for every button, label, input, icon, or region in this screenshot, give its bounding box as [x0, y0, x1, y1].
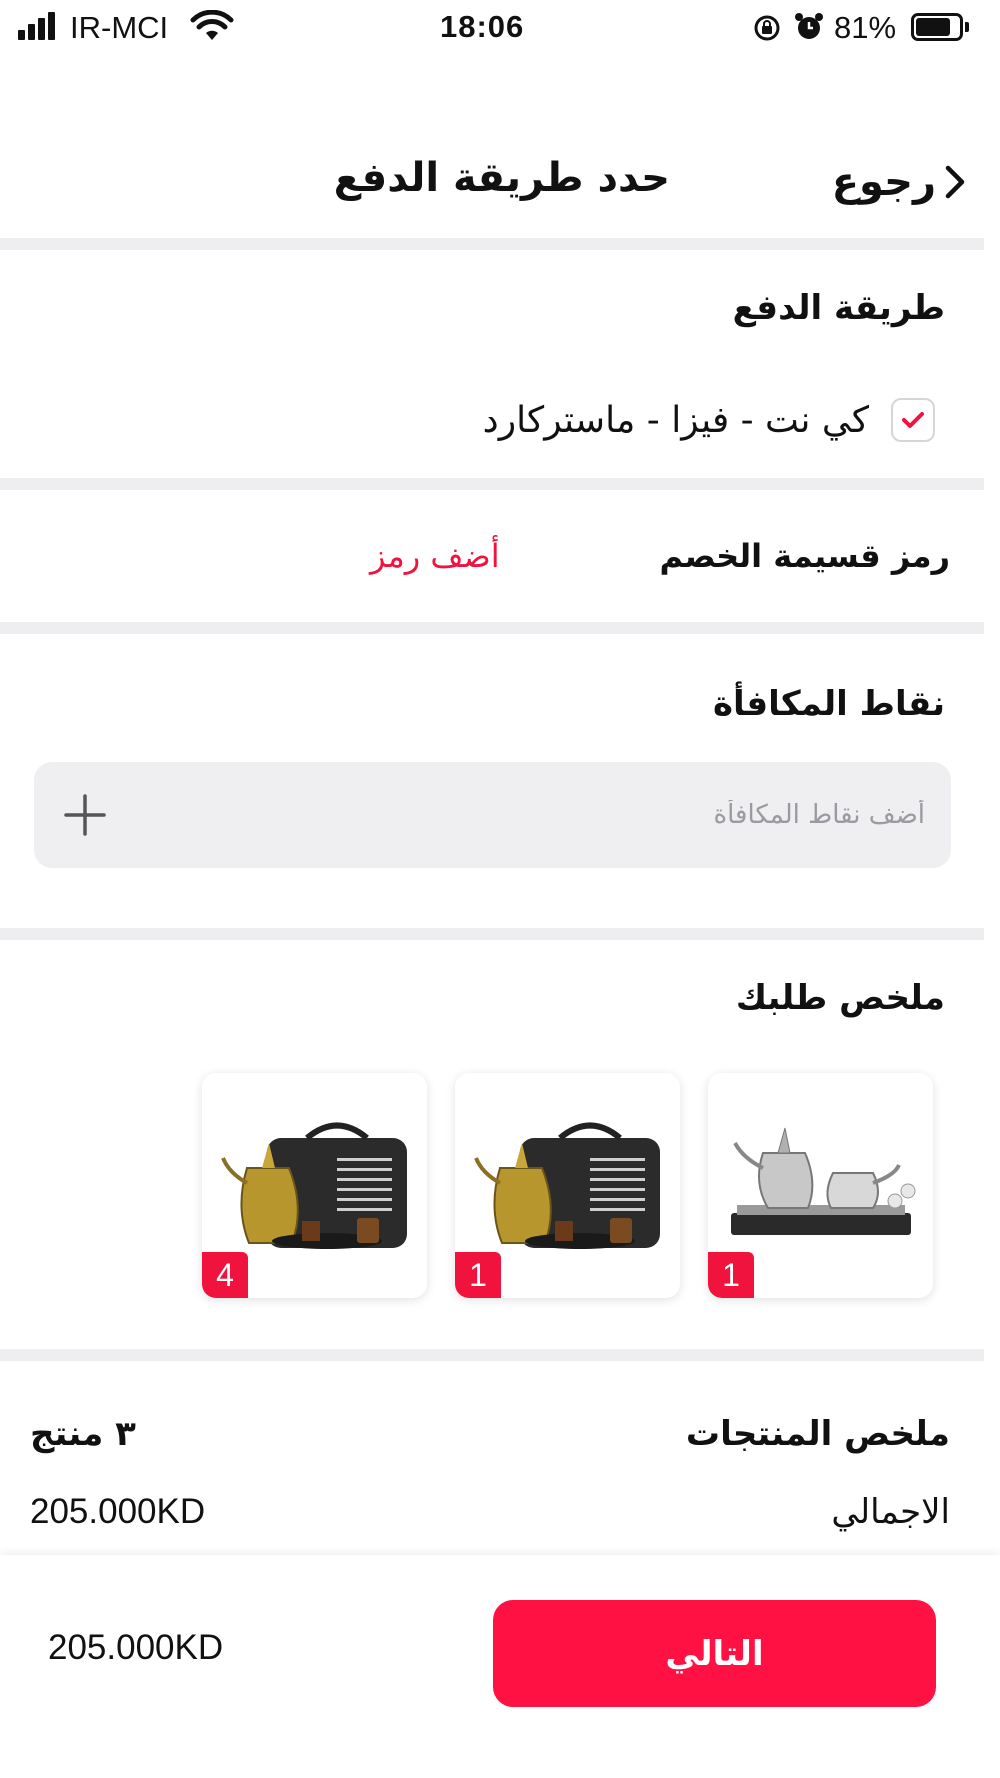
payment-option-label: كي نت - فيزا - ماستركارد — [482, 399, 869, 441]
quantity-badge: 1 — [708, 1252, 754, 1298]
next-button[interactable]: التالي — [493, 1600, 936, 1707]
page-title: حدد طريقة الدفع — [333, 155, 670, 201]
section-divider — [0, 238, 984, 250]
section-divider — [0, 928, 984, 940]
wifi-icon — [190, 10, 234, 40]
section-divider — [0, 622, 984, 634]
dallah-teapot-tray-set-image — [731, 1127, 916, 1235]
products-count: ٣ منتج — [30, 1414, 136, 1454]
plus-icon[interactable] — [62, 792, 108, 838]
back-label: رجوع — [831, 159, 936, 205]
battery-icon — [911, 13, 971, 41]
quantity-badge: 4 — [202, 1252, 248, 1298]
chevron-right-icon — [945, 165, 965, 199]
back-button[interactable]: رجوع — [808, 152, 968, 212]
coffee-bag-set-image — [221, 1122, 407, 1249]
section-divider — [0, 1349, 984, 1361]
alarm-icon — [795, 13, 823, 39]
payment-checkbox[interactable] — [891, 398, 935, 442]
total-label: الاجمالي — [831, 1492, 950, 1532]
rotation-lock-icon — [754, 15, 780, 41]
battery-percent: 81% — [834, 10, 897, 45]
reward-points-input[interactable] — [163, 792, 927, 838]
quantity-badge: 1 — [455, 1252, 501, 1298]
products-summary-title: ملخص المنتجات — [685, 1414, 950, 1454]
product-card[interactable]: 4 — [202, 1073, 427, 1298]
carrier-name: IR-MCI — [70, 10, 169, 45]
total-value: 205.000KD — [30, 1492, 206, 1531]
product-card[interactable]: 1 — [455, 1073, 680, 1298]
coupon-code-label: رمز قسيمة الخصم — [659, 537, 950, 575]
footer-total: 205.000KD — [48, 1628, 224, 1667]
reward-points-title: نقاط المكافأة — [712, 684, 945, 724]
signal-icon — [18, 12, 62, 40]
status-bar: IR-MCI 18:06 81% — [0, 0, 1000, 60]
coffee-bag-set-image — [474, 1122, 660, 1249]
payment-method-title: طريقة الدفع — [732, 288, 945, 328]
order-summary-title: ملخص طلبك — [735, 978, 945, 1018]
add-coupon-link[interactable]: أضف رمز — [370, 537, 500, 575]
check-icon — [902, 412, 924, 428]
payment-option-knet-visa-mastercard[interactable]: كي نت - فيزا - ماستركارد — [483, 395, 935, 445]
status-time: 18:06 — [440, 9, 525, 44]
reward-points-field[interactable] — [34, 762, 951, 868]
section-divider — [0, 478, 984, 490]
product-card[interactable]: 1 — [708, 1073, 933, 1298]
